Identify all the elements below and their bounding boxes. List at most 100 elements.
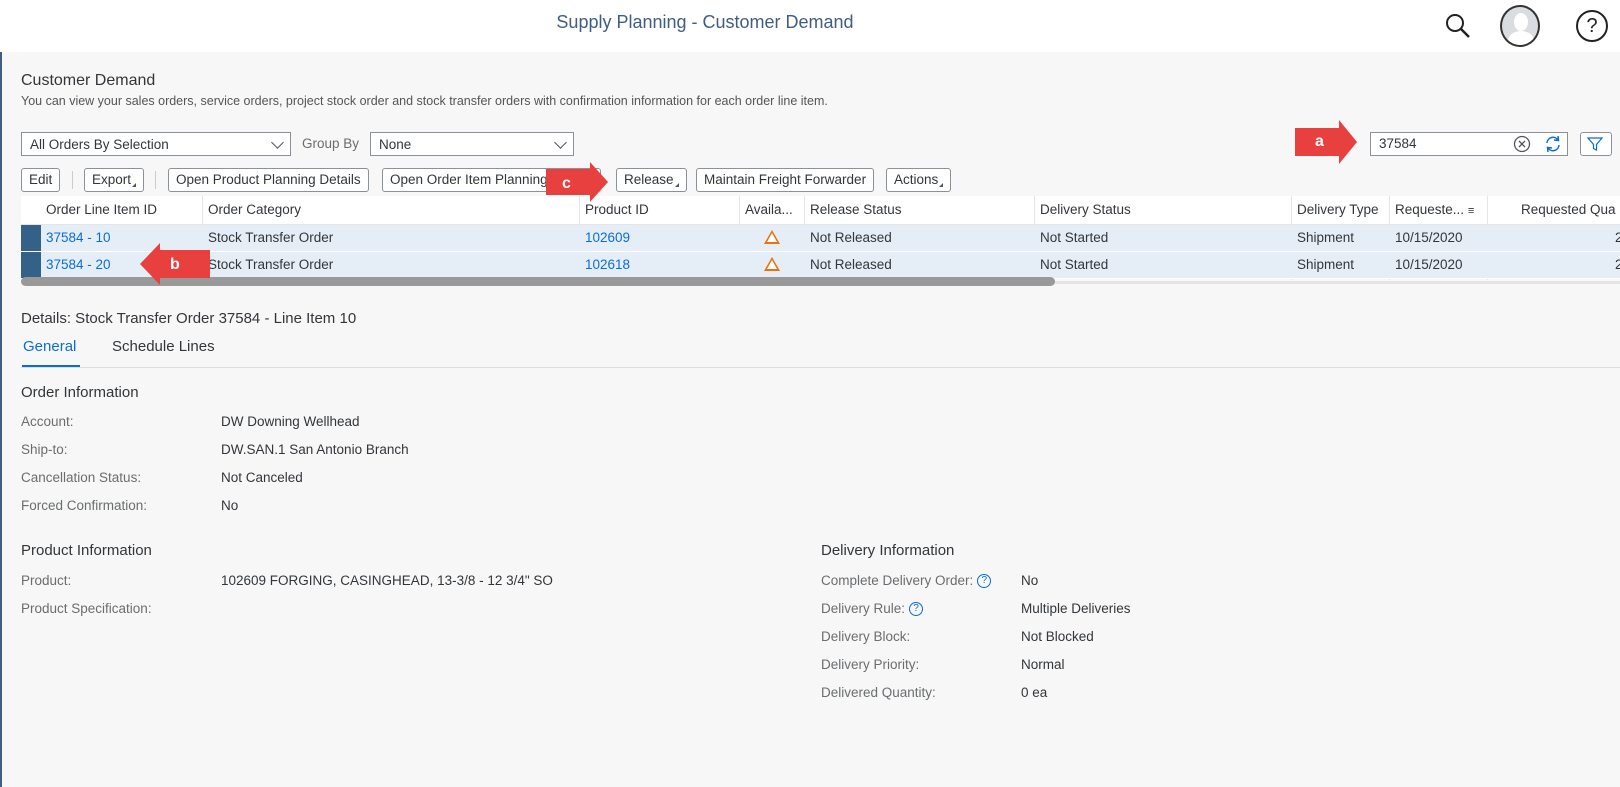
col-requested-date-label: Requeste... — [1395, 202, 1465, 217]
delivery-type-cell: Shipment — [1297, 230, 1355, 245]
callout-label-b: b — [170, 256, 180, 273]
menu-indicator-icon — [674, 183, 679, 187]
group-by-label: Group By — [302, 136, 360, 151]
product-information-title: Product Information — [21, 542, 152, 559]
col-requested-quantity[interactable]: Requested Qua — [1521, 202, 1620, 217]
open-product-planning-button[interactable]: Open Product Planning Details — [168, 168, 369, 192]
col-availability[interactable]: Availa... — [745, 202, 793, 217]
delivery-rule-text: Delivery Rule: — [821, 601, 906, 616]
table-header: Order Line Item ID Order Category Produc… — [21, 196, 1620, 225]
product-id-link[interactable]: 102618 — [585, 257, 630, 272]
search-icon[interactable] — [1438, 6, 1478, 46]
orders-table: Order Line Item ID Order Category Produc… — [21, 196, 1620, 280]
delivery-block-label: Delivery Block: — [821, 629, 911, 644]
col-release-status[interactable]: Release Status — [810, 202, 902, 217]
row-selected-indicator[interactable] — [21, 252, 41, 278]
col-delivery-type[interactable]: Delivery Type — [1297, 202, 1379, 217]
requested-quantity-cell: 2 — [1615, 257, 1620, 272]
table-row[interactable]: 37584 - 20 Stock Transfer Order 102618 N… — [21, 252, 1620, 279]
delivery-priority-value: Normal — [1021, 657, 1065, 672]
account-link[interactable]: DW Downing Wellhead — [221, 414, 360, 429]
product-specification-label: Product Specification: — [21, 601, 152, 616]
forced-confirmation-label: Forced Confirmation: — [21, 498, 148, 513]
warning-icon — [764, 230, 780, 244]
col-requested-date[interactable]: Requeste... ≡ — [1395, 202, 1474, 217]
order-line-item-link[interactable]: 37584 - 20 — [46, 257, 111, 272]
ship-to-label: Ship-to: — [21, 442, 68, 457]
forced-confirmation-value: No — [221, 498, 239, 513]
view-select[interactable]: All Orders By Selection — [21, 132, 291, 156]
group-by-select[interactable]: None — [370, 132, 574, 156]
export-label: Export — [92, 172, 132, 187]
requested-date-cell: 10/15/2020 — [1395, 257, 1463, 272]
main-content: Customer Demand You can view your sales … — [0, 52, 1620, 787]
product-id-link[interactable]: 102609 — [585, 230, 630, 245]
delivery-type-cell: Shipment — [1297, 257, 1355, 272]
delivered-quantity-label: Delivered Quantity: — [821, 685, 936, 700]
export-button[interactable]: Export — [84, 168, 145, 192]
sort-icon: ≡ — [1467, 205, 1475, 217]
refresh-icon[interactable] — [1544, 135, 1562, 158]
help-icon[interactable]: ? — [977, 574, 992, 589]
callout-label-c: c — [562, 175, 571, 192]
tab-general[interactable]: General — [23, 338, 76, 355]
release-label: Release — [624, 172, 674, 187]
delivery-status-cell: Not Started — [1040, 257, 1109, 272]
callout-label-a: a — [1315, 133, 1324, 150]
delivery-rule-value: Multiple Deliveries — [1021, 601, 1131, 616]
table-row[interactable]: 37584 - 10 Stock Transfer Order 102609 N… — [21, 225, 1620, 252]
product-link[interactable]: 102609 FORGING, CASINGHEAD, 13-3/8 - 12 … — [221, 573, 553, 588]
row-selected-indicator[interactable] — [21, 225, 41, 251]
actions-label: Actions — [894, 172, 939, 187]
group-by-value: None — [379, 136, 412, 152]
tab-schedule-lines[interactable]: Schedule Lines — [112, 338, 215, 355]
release-button[interactable]: Release — [616, 168, 687, 192]
order-line-item-link[interactable]: 37584 - 10 — [46, 230, 111, 245]
delivery-block-value: Not Blocked — [1021, 629, 1094, 644]
callout-arrow-b: b — [140, 243, 210, 290]
edit-button[interactable]: Edit — [21, 168, 61, 192]
menu-indicator-icon — [132, 183, 137, 187]
details-title: Details: Stock Transfer Order 37584 - Li… — [21, 310, 357, 327]
help-icon[interactable]: ? — [909, 602, 924, 617]
maintain-freight-forwarder-button[interactable]: Maintain Freight Forwarder — [696, 168, 875, 192]
tab-divider — [21, 367, 1620, 368]
actions-button[interactable]: Actions — [886, 168, 952, 192]
col-delivery-status[interactable]: Delivery Status — [1040, 202, 1131, 217]
filter-icon — [1586, 137, 1604, 151]
callout-arrow-a: a — [1295, 120, 1357, 169]
filter-button[interactable] — [1580, 132, 1612, 156]
view-select-value: All Orders By Selection — [30, 136, 169, 152]
delivered-quantity-value: 0 ea — [1021, 685, 1048, 700]
menu-indicator-icon — [939, 183, 944, 187]
chevron-down-icon — [271, 135, 284, 149]
clear-icon[interactable] — [1513, 135, 1531, 158]
requested-quantity-cell: 2 — [1615, 230, 1620, 245]
col-order-category[interactable]: Order Category — [208, 202, 301, 217]
col-order-line-item-id[interactable]: Order Line Item ID — [46, 202, 157, 217]
delivery-status-cell: Not Started — [1040, 230, 1109, 245]
search-input[interactable]: 37584 — [1370, 132, 1568, 156]
order-information-title: Order Information — [21, 384, 139, 401]
toolbar-separator — [72, 171, 73, 189]
page-title: Customer Demand — [21, 72, 156, 89]
chevron-down-icon — [554, 135, 567, 149]
account-label: Account: — [21, 414, 74, 429]
avatar[interactable] — [1500, 5, 1540, 47]
callout-arrow-c: c — [546, 162, 608, 207]
order-category-cell: Stock Transfer Order — [208, 257, 334, 272]
requested-date-cell: 10/15/2020 — [1395, 230, 1463, 245]
help-icon[interactable]: ? — [1572, 6, 1612, 46]
delivery-information-title: Delivery Information — [821, 542, 955, 559]
ship-to-link[interactable]: DW.SAN.1 San Antonio Branch — [221, 442, 409, 457]
toolbar-separator — [155, 171, 156, 189]
search-input-value: 37584 — [1379, 136, 1417, 151]
complete-delivery-order-value: No — [1021, 573, 1039, 588]
warning-icon — [764, 257, 780, 271]
product-label: Product: — [21, 573, 72, 588]
app-title: Supply Planning - Customer Demand — [556, 12, 854, 32]
page-subtitle: You can view your sales orders, service … — [21, 94, 828, 108]
cancellation-status-label: Cancellation Status: — [21, 470, 142, 485]
cancellation-status-value: Not Canceled — [221, 470, 303, 485]
release-status-cell: Not Released — [810, 230, 892, 245]
